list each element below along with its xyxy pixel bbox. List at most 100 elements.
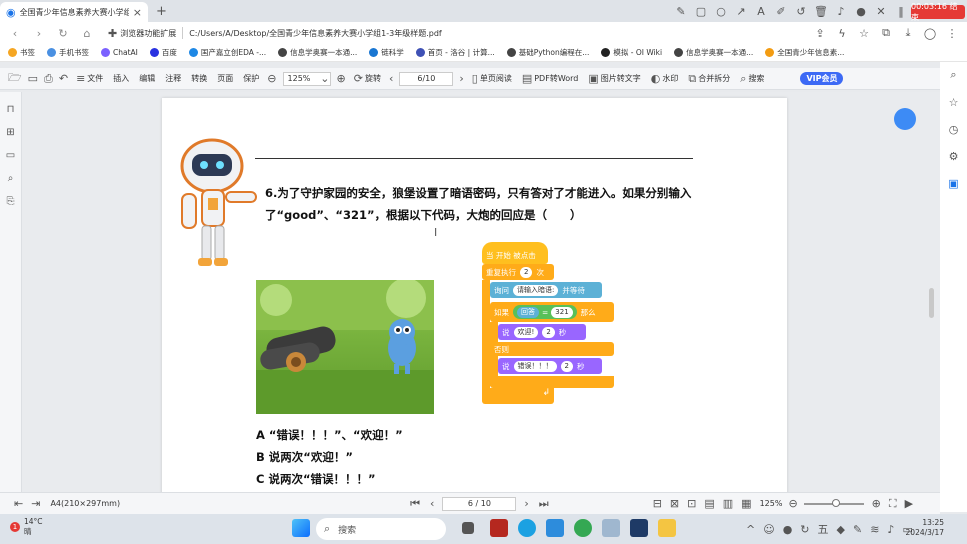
- attachment-icon[interactable]: ⎘: [7, 196, 15, 207]
- close-icon[interactable]: ×: [133, 6, 142, 19]
- settings-icon[interactable]: ⚙: [949, 150, 959, 163]
- trash-icon[interactable]: 🗑: [814, 3, 828, 19]
- user-avatar-icon[interactable]: ◯: [923, 25, 937, 41]
- weather-widget[interactable]: 1 14°C 晴: [10, 517, 43, 537]
- bookmark-item[interactable]: 首页 - 洛谷 | 计算...: [415, 47, 495, 58]
- close-recording-icon[interactable]: ✕: [874, 3, 888, 19]
- app-icon[interactable]: ▣: [948, 177, 958, 190]
- zoom-out-icon[interactable]: ⊖: [788, 497, 797, 510]
- fit-page-icon[interactable]: ⊠: [670, 497, 679, 510]
- extension-button[interactable]: ✚ 浏览器功能扩展: [108, 27, 176, 40]
- reload-icon[interactable]: ↻: [56, 27, 70, 40]
- scrollbar[interactable]: [929, 288, 934, 318]
- insert-menu[interactable]: 插入: [111, 73, 131, 84]
- page-left-icon[interactable]: ⇤: [14, 497, 23, 510]
- zoom-slider[interactable]: [803, 498, 864, 507]
- microphone-icon[interactable]: ●: [854, 3, 868, 19]
- volume-icon[interactable]: ♪: [887, 521, 894, 537]
- bookmark-item[interactable]: 书签: [8, 47, 35, 58]
- status-page-input[interactable]: 6 / 10: [442, 496, 517, 511]
- vip-button[interactable]: VIP会员: [800, 72, 844, 85]
- tray-sync-icon[interactable]: ↻: [800, 521, 809, 537]
- undo-icon[interactable]: ↺: [794, 3, 808, 19]
- bookmark-item[interactable]: ChatAI: [101, 48, 138, 57]
- app-folder-icon[interactable]: [658, 519, 676, 537]
- star-icon[interactable]: ☆: [857, 25, 871, 41]
- convert-menu[interactable]: 转换: [189, 73, 209, 84]
- tray-shield-icon[interactable]: ◆: [837, 521, 845, 537]
- extensions-icon[interactable]: ⧉: [879, 25, 893, 41]
- history-icon[interactable]: ◷: [949, 123, 959, 136]
- zoom-slider-thumb[interactable]: [831, 498, 840, 507]
- tray-pen-icon[interactable]: ✎: [853, 521, 862, 537]
- app-terminal-icon[interactable]: [630, 519, 648, 537]
- url-field[interactable]: C:/Users/A/Desktop/全国青少年信息素养大赛小学组1-3年级样题…: [189, 28, 442, 39]
- menu-icon[interactable]: ⋮: [945, 25, 959, 41]
- home-icon[interactable]: ⌂: [80, 27, 94, 40]
- watermark-button[interactable]: ◐ 水印: [649, 72, 681, 85]
- lightning-icon[interactable]: ϟ: [835, 25, 849, 41]
- zoom-in-icon[interactable]: ⊕: [872, 497, 881, 510]
- tray-ime-icon[interactable]: 五: [818, 521, 829, 537]
- status-zoom[interactable]: 125%: [760, 499, 783, 508]
- tray-mic-icon[interactable]: ●: [783, 521, 793, 537]
- bookmark-item[interactable]: 模拟 - OI Wiki: [601, 47, 662, 58]
- app-chrome-icon[interactable]: [574, 519, 592, 537]
- prev-page-icon[interactable]: ‹: [389, 72, 393, 85]
- prev-page-icon[interactable]: ‹: [430, 497, 434, 510]
- pause-icon[interactable]: ‖: [894, 3, 908, 19]
- double-view-icon[interactable]: ▦: [741, 497, 751, 510]
- next-page-icon[interactable]: ›: [524, 497, 528, 510]
- edit-menu[interactable]: 编辑: [137, 73, 157, 84]
- bookmark-item[interactable]: 手机书签: [47, 47, 89, 58]
- continuous-view-icon[interactable]: ▥: [723, 497, 733, 510]
- page-menu[interactable]: 页面: [215, 73, 235, 84]
- last-page-icon[interactable]: ⏭: [539, 497, 549, 511]
- app-notes-icon[interactable]: [602, 519, 620, 537]
- bookmark-icon[interactable]: ⊓: [7, 104, 15, 115]
- search-button[interactable]: ⌕ 搜索: [738, 72, 766, 86]
- undo-icon[interactable]: ↶: [59, 72, 68, 85]
- single-view-icon[interactable]: ▤: [704, 497, 714, 510]
- speaker-icon[interactable]: ♪: [834, 3, 848, 19]
- new-tab-icon[interactable]: +: [156, 4, 167, 19]
- next-page-icon[interactable]: ›: [459, 72, 463, 85]
- rotate-button[interactable]: ⟳ 旋转: [352, 72, 383, 85]
- save-icon[interactable]: ▭: [28, 72, 38, 85]
- open-icon[interactable]: 🗁: [8, 69, 22, 88]
- fit-width-icon[interactable]: ⊟: [653, 497, 662, 510]
- rectangle-icon[interactable]: ▢: [694, 3, 708, 19]
- zoom-select[interactable]: 125% ⌄: [282, 71, 331, 86]
- search-icon[interactable]: ⌕: [8, 173, 14, 184]
- search-icon[interactable]: ⌕: [950, 68, 956, 82]
- page-right-icon[interactable]: ⇥: [31, 497, 40, 510]
- page-number-input[interactable]: 6/10: [399, 71, 454, 86]
- file-menu[interactable]: ≡ 文件: [74, 72, 105, 85]
- bookmark-item[interactable]: 信息学奥赛一本通...: [278, 47, 357, 58]
- tray-app-icon[interactable]: ☺: [763, 521, 774, 537]
- taskbar-search[interactable]: ⌕ 搜索: [316, 518, 446, 540]
- bookmark-item[interactable]: 信息学奥赛一本通...: [674, 47, 753, 58]
- annotate-menu[interactable]: 注释: [163, 73, 183, 84]
- text-icon[interactable]: A: [754, 3, 768, 19]
- zoom-in-icon[interactable]: ⊕: [337, 72, 346, 85]
- fullscreen-icon[interactable]: ⛶: [889, 497, 897, 511]
- windows-start-icon[interactable]: [292, 519, 310, 537]
- taskbar-clock[interactable]: 13:25 2024/3/17: [904, 518, 944, 538]
- zoom-out-icon[interactable]: ⊖: [267, 72, 276, 85]
- print-icon[interactable]: ⎙: [44, 72, 53, 86]
- app-calendar-icon[interactable]: [546, 519, 564, 537]
- bookmark-item[interactable]: 国产嘉立创EDA -...: [188, 47, 266, 58]
- thumbnails-icon[interactable]: ⊞: [6, 127, 14, 138]
- app-word-icon[interactable]: [490, 519, 508, 537]
- screenshot-icon[interactable]: ⊡: [687, 497, 696, 510]
- highlighter-icon[interactable]: ✐: [774, 3, 788, 19]
- comment-icon[interactable]: ▭: [6, 150, 15, 161]
- first-page-icon[interactable]: ⏮: [410, 497, 420, 511]
- bookmark-item[interactable]: 基础Python编程在...: [506, 47, 589, 58]
- wifi-icon[interactable]: ≋: [870, 521, 879, 537]
- taskview-icon[interactable]: [462, 522, 474, 534]
- floating-translate-icon[interactable]: [894, 108, 916, 130]
- share-icon[interactable]: ⇪: [813, 25, 827, 41]
- single-page-button[interactable]: ▯ 单页阅读: [470, 72, 514, 85]
